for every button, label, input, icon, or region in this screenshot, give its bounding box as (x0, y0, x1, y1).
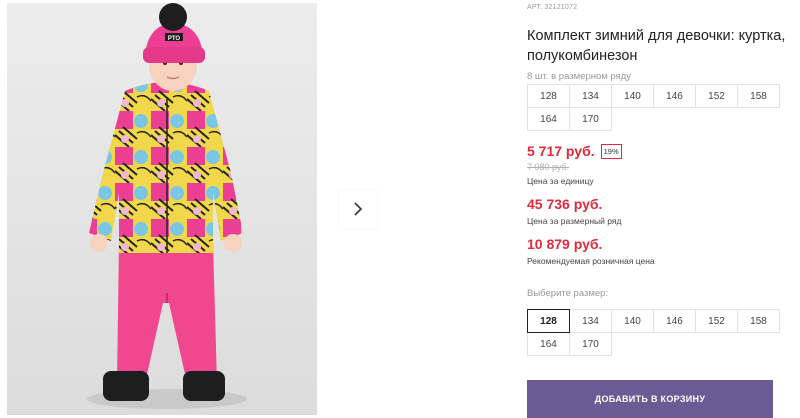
pack-price-label: Цена за размерный ряд (527, 216, 622, 226)
pack-size-cell: 128 (527, 84, 570, 108)
size-option[interactable]: 164 (527, 332, 570, 356)
size-option[interactable]: 140 (611, 309, 654, 333)
pack-size-cell: 134 (569, 84, 612, 108)
unit-price-label: Цена за единицу (527, 176, 594, 186)
size-option[interactable]: 146 (653, 309, 696, 333)
pack-size-cell: 152 (695, 84, 738, 108)
unit-price-row: 5 717 руб. 19% (527, 143, 622, 159)
retail-price-label: Рекомендуемая розничная цена (527, 256, 655, 266)
size-option[interactable]: 152 (695, 309, 738, 333)
size-selector: 128 134 140 146 152 158 164 170 (527, 309, 780, 356)
child-in-winter-suit-image: PTO (7, 3, 317, 415)
discount-badge: 19% (600, 143, 622, 159)
pack-note: 8 шт. в размерном ряду (527, 71, 632, 82)
chevron-right-icon (354, 202, 363, 216)
product-photo[interactable]: PTO (7, 3, 317, 415)
hat-logo: PTO (168, 36, 181, 42)
unit-price: 5 717 руб. (527, 143, 595, 159)
pack-size-cell: 158 (737, 84, 780, 108)
pack-size-cell: 164 (527, 107, 570, 131)
product-info: АРТ. 32121072 Комплект зимний для девочк… (527, 0, 800, 418)
retail-price: 10 879 руб. (527, 236, 603, 252)
article-number: АРТ. 32121072 (527, 4, 578, 11)
size-option-selected[interactable]: 128 (527, 309, 570, 333)
size-option[interactable]: 158 (737, 309, 780, 333)
pack-size-grid: 128 134 140 146 152 158 164 170 (527, 84, 780, 131)
pack-price: 45 736 руб. (527, 196, 603, 212)
next-image-button[interactable] (339, 190, 377, 228)
pack-size-cell: 140 (611, 84, 654, 108)
size-option[interactable]: 134 (569, 309, 612, 333)
pack-size-cell: 146 (653, 84, 696, 108)
choose-size-label: Выберите размер: (527, 288, 609, 299)
size-option[interactable]: 170 (569, 332, 612, 356)
product-title: Комплект зимний для девочки: куртка, пол… (527, 28, 786, 64)
pack-size-cell: 170 (569, 107, 612, 131)
product-gallery: PTO (0, 0, 510, 418)
add-to-cart-button[interactable]: ДОБАВИТЬ В КОРЗИНУ (527, 380, 773, 418)
old-price: 7 080 руб. (527, 162, 570, 172)
